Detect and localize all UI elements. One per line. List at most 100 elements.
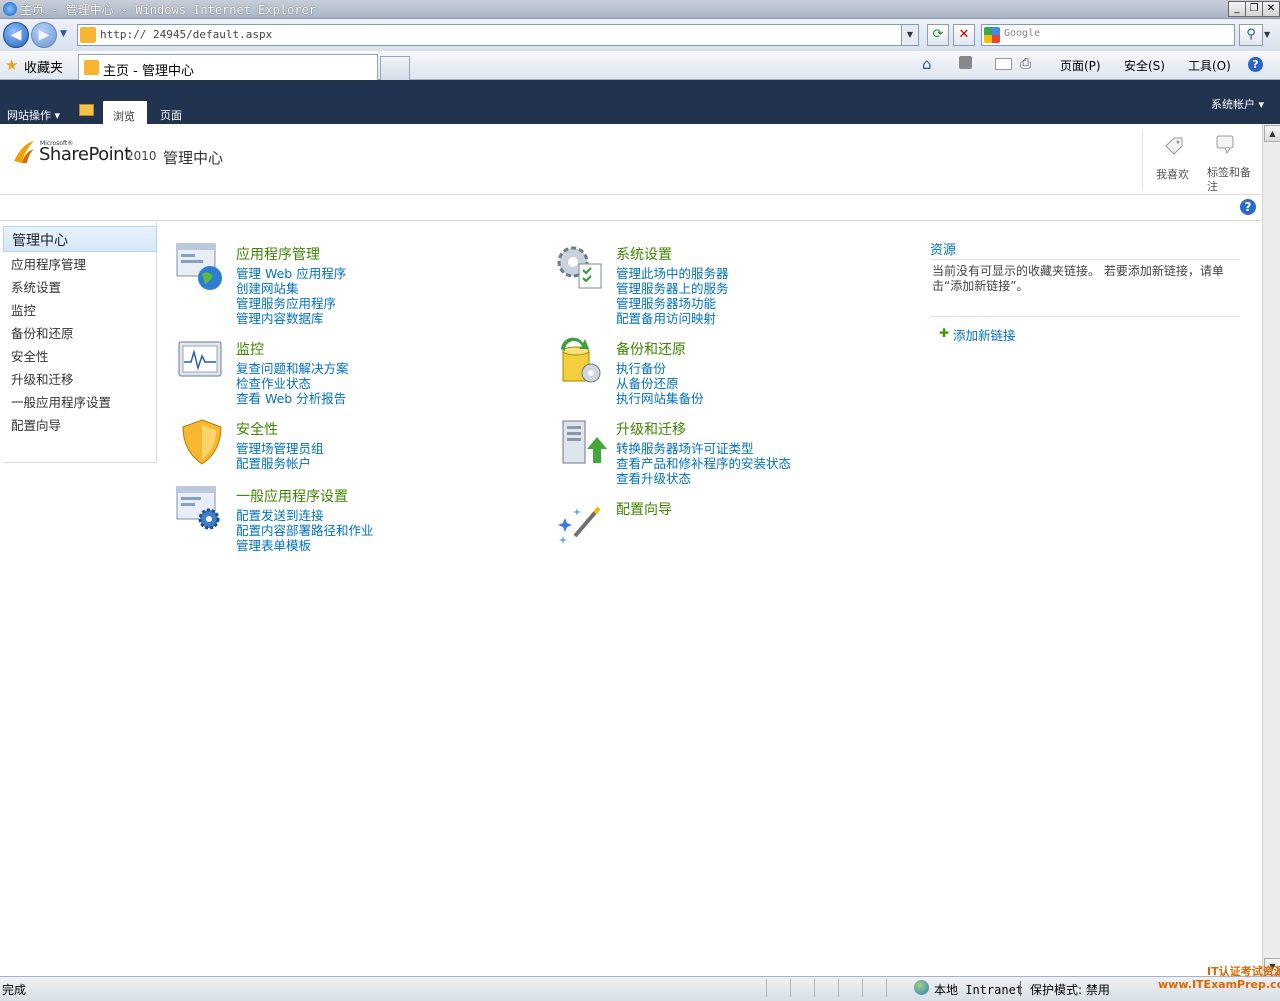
search-button[interactable]: ⚲ (1239, 24, 1263, 46)
add-new-link[interactable]: 添加新链接 (953, 325, 1016, 344)
header-subbar: ? (0, 195, 1262, 221)
minimize-button[interactable]: _ (1228, 1, 1246, 17)
home-icon[interactable]: ⌂ (922, 55, 932, 73)
tools-menu[interactable]: 工具(O) (1188, 57, 1231, 74)
link-web-analytics[interactable]: 查看 Web 分析报告 (236, 388, 346, 407)
i-like-it-icon[interactable] (1160, 134, 1186, 156)
section-title-system-settings[interactable]: 系统设置 (616, 244, 672, 264)
link-upgrade-status[interactable]: 查看升级状态 (616, 468, 691, 487)
browser-status-bar: 完成 本地 Intranet 保护模式: 禁用 IT认证考试资源网 www.IT… (0, 965, 1280, 1001)
section-title-general-settings[interactable]: 一般应用程序设置 (236, 486, 348, 506)
leftnav-item-system-settings[interactable]: 系统设置 (11, 277, 61, 296)
help-icon[interactable]: ? (1240, 199, 1256, 215)
sharepoint-logo-icon (14, 141, 34, 163)
link-manage-content-db[interactable]: 管理内容数据库 (236, 308, 324, 327)
new-tab-button[interactable] (380, 56, 410, 80)
refresh-button[interactable]: ⟳ (927, 24, 949, 46)
stop-button[interactable]: ✕ (953, 24, 975, 46)
link-service-accounts[interactable]: 配置服务帐户 (236, 453, 311, 472)
link-form-templates[interactable]: 管理表单模板 (236, 535, 311, 554)
help-menu-icon[interactable]: ? (1248, 57, 1263, 72)
account-menu[interactable]: 系统帐户 ▾ (1211, 96, 1264, 112)
monitoring-icon (178, 341, 222, 377)
leftnav-item-central-admin[interactable]: 管理中心 (3, 226, 157, 252)
search-box[interactable]: Google (981, 24, 1235, 46)
address-dropdown-icon[interactable]: ▼ (901, 25, 918, 45)
favorites-button[interactable]: 收藏夹 (24, 57, 63, 76)
page-favicon-icon (80, 27, 96, 43)
section-title-monitoring[interactable]: 监控 (236, 339, 264, 359)
history-dropdown-icon[interactable]: ▼ (60, 29, 67, 39)
forward-button[interactable]: ▶ (31, 22, 57, 48)
sharepoint-version: 2010 (126, 149, 157, 163)
i-like-it-label[interactable]: 我喜欢 (1156, 166, 1189, 182)
search-input[interactable]: Google (1004, 28, 1040, 39)
site-title[interactable]: 管理中心 (163, 147, 223, 168)
navigate-up-icon[interactable] (79, 104, 94, 116)
sharepoint-ribbon: 网站操作 ▾ 浏览 页面 系统帐户 ▾ (0, 80, 1280, 124)
tab-browse[interactable]: 浏览 (103, 101, 147, 124)
leftnav-item-general-settings[interactable]: 一般应用程序设置 (11, 392, 111, 411)
site-header: Microsoft® SharePoint 2010 管理中心 我喜欢 标签和备… (0, 124, 1262, 195)
tab-page[interactable]: 页面 (160, 107, 182, 123)
leftnav-item-monitoring[interactable]: 监控 (11, 300, 36, 319)
ie-logo-icon (3, 2, 17, 16)
google-logo-icon (984, 27, 1000, 43)
leftnav-item-upgrade-migration[interactable]: 升级和迁移 (11, 369, 74, 388)
scroll-up-arrow-icon[interactable]: ▲ (1264, 125, 1280, 142)
section-title-security[interactable]: 安全性 (236, 419, 278, 439)
resources-divider-top (930, 259, 1240, 260)
tags-notes-label[interactable]: 标签和备注 (1207, 166, 1255, 194)
status-cell (790, 979, 811, 997)
leftnav-item-backup-restore[interactable]: 备份和还原 (11, 323, 74, 342)
security-shield-icon (182, 419, 222, 465)
leftnav-item-config-wizards[interactable]: 配置向导 (11, 415, 61, 434)
leftnav-item-app-management[interactable]: 应用程序管理 (11, 254, 86, 273)
safety-menu[interactable]: 安全(S) (1124, 57, 1165, 74)
search-options-icon[interactable]: ▼ (1264, 30, 1270, 39)
browser-nav-bar: ◀ ▶ ▼ http:// 24945/default.aspx ▼ ⟳ ✕ G… (0, 19, 1280, 51)
sharepoint-wordmark: SharePoint (39, 144, 131, 165)
resources-title[interactable]: 资源 (930, 239, 956, 258)
status-text: 完成 (2, 983, 27, 997)
address-input[interactable]: http:// 24945/default.aspx (100, 28, 272, 41)
status-separator (1020, 981, 1021, 996)
favorites-bar: ★ 收藏夹 主页 - 管理中心 ⌂ ⎙ 页面(P) 安全(S) 工具(O) ? (0, 52, 1280, 80)
site-actions-menu[interactable]: 网站操作 ▾ (7, 107, 60, 123)
address-bar[interactable]: http:// 24945/default.aspx ▼ (77, 24, 919, 46)
maximize-button[interactable]: ❐ (1245, 1, 1263, 17)
close-window-button[interactable]: ✕ (1262, 1, 1280, 17)
favorites-star-icon[interactable]: ★ (5, 56, 18, 74)
page-menu[interactable]: 页面(P) (1060, 57, 1101, 74)
tab-title: 主页 - 管理中心 (103, 64, 194, 79)
link-alternate-access[interactable]: 配置备用访问映射 (616, 308, 716, 327)
upgrade-migration-icon (562, 420, 607, 464)
section-title-config-wizards[interactable]: 配置向导 (616, 499, 672, 519)
resources-divider-bottom (930, 316, 1240, 317)
status-cell (766, 979, 787, 997)
section-title-app-management[interactable]: 应用程序管理 (236, 244, 320, 264)
system-settings-icon (557, 246, 602, 289)
vertical-scrollbar[interactable]: ▲ ▼ (1262, 124, 1280, 976)
window-title-bar: 主页 - 管理中心 - Windows Internet Explorer _ … (0, 0, 1280, 19)
resources-empty-text: 当前没有可显示的收藏夹链接。 若要添加新链接，请单击“添加新链接”。 (932, 264, 1224, 293)
app-management-icon (176, 243, 222, 290)
status-cell (886, 979, 907, 997)
watermark-line-1: IT认证考试资源网 (1206, 965, 1280, 978)
browser-tab[interactable]: 主页 - 管理中心 (78, 54, 378, 80)
mail-icon[interactable] (995, 58, 1012, 70)
tags-notes-icon[interactable] (1215, 134, 1241, 156)
add-plus-icon[interactable]: ✚ (939, 326, 949, 340)
section-title-upgrade-migration[interactable]: 升级和迁移 (616, 419, 686, 439)
config-wizard-icon (558, 506, 601, 544)
security-zone[interactable]: 本地 Intranet (934, 981, 1023, 998)
site-watermark: IT认证考试资源网 www.ITExamPrep.com (1158, 965, 1280, 991)
leftnav-item-security[interactable]: 安全性 (11, 346, 49, 365)
link-site-collection-backup[interactable]: 执行网站集备份 (616, 388, 704, 407)
backup-restore-icon (561, 337, 601, 383)
back-button[interactable]: ◀ (3, 22, 29, 48)
print-icon[interactable]: ⎙ (1020, 56, 1031, 72)
status-cell (814, 979, 835, 997)
rss-feed-icon[interactable] (959, 56, 972, 69)
section-title-backup-restore[interactable]: 备份和还原 (616, 339, 686, 359)
